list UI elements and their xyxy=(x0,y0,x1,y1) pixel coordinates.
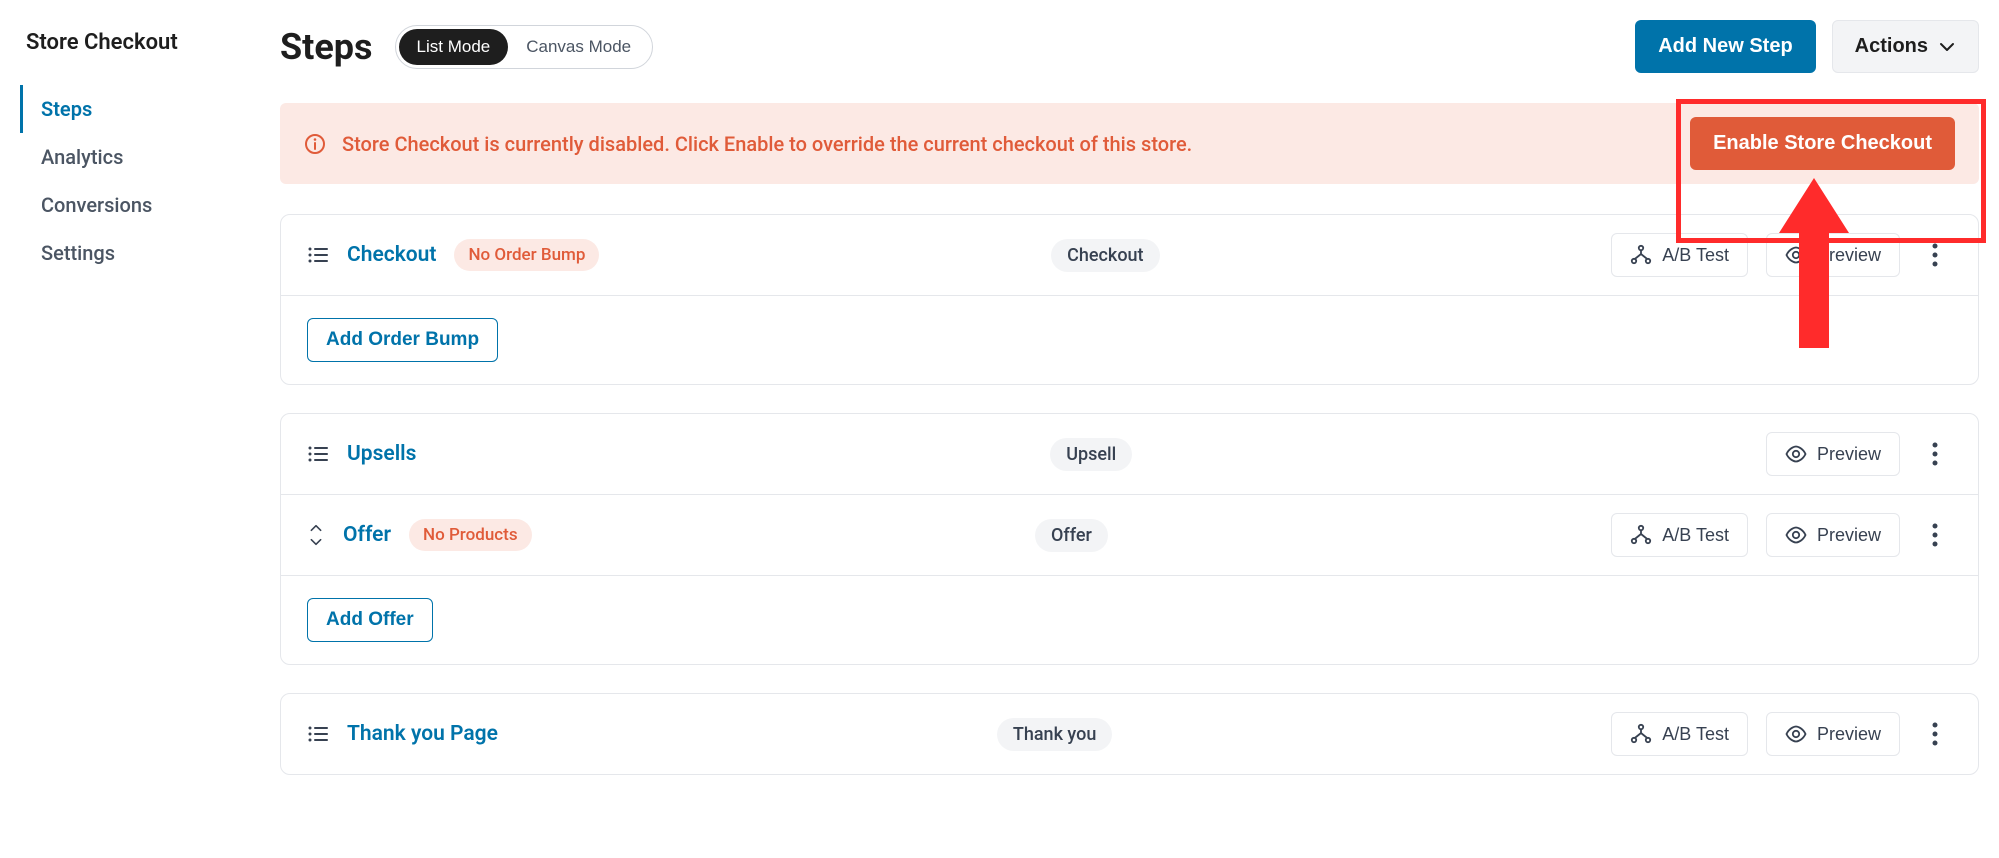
sidebar-item-settings[interactable]: Settings xyxy=(20,229,250,277)
add-order-bump-button[interactable]: Add Order Bump xyxy=(307,318,498,362)
ab-test-button[interactable]: A/B Test xyxy=(1611,233,1748,277)
ab-test-icon xyxy=(1630,244,1652,266)
chevron-down-icon xyxy=(307,535,325,549)
sidebar-title: Store Checkout xyxy=(26,30,250,55)
step-name-thankyou[interactable]: Thank you Page xyxy=(347,722,498,746)
eye-icon xyxy=(1785,244,1807,266)
type-pill-thankyou: Thank you xyxy=(997,718,1112,751)
eye-icon xyxy=(1785,524,1807,546)
ab-test-button[interactable]: A/B Test xyxy=(1611,712,1748,756)
actions-dropdown[interactable]: Actions xyxy=(1832,20,1979,73)
kebab-menu[interactable] xyxy=(1918,243,1952,267)
drag-handle-icon[interactable] xyxy=(307,723,329,745)
sidebar-item-conversions[interactable]: Conversions xyxy=(20,181,250,229)
eye-icon xyxy=(1785,723,1807,745)
step-name-checkout[interactable]: Checkout xyxy=(347,243,436,267)
step-card-upsells: Upsells Upsell Preview Offer No Prod xyxy=(280,413,1979,665)
preview-button[interactable]: Preview xyxy=(1766,233,1900,277)
step-card-checkout: Checkout No Order Bump Checkout A/B Test… xyxy=(280,214,1979,385)
sidebar-item-steps[interactable]: Steps xyxy=(20,85,250,133)
type-pill-checkout: Checkout xyxy=(1051,239,1159,272)
ab-test-icon xyxy=(1630,524,1652,546)
tag-no-order-bump: No Order Bump xyxy=(454,239,599,271)
info-icon xyxy=(304,133,326,155)
page-title: Steps xyxy=(280,26,373,68)
chevron-up-icon xyxy=(307,521,325,535)
step-card-thankyou: Thank you Page Thank you A/B Test Previe… xyxy=(280,693,1979,775)
preview-button[interactable]: Preview xyxy=(1766,712,1900,756)
type-pill-upsell: Upsell xyxy=(1050,438,1132,471)
type-pill-offer: Offer xyxy=(1035,519,1108,552)
reorder-handle[interactable] xyxy=(307,521,325,549)
enable-store-checkout-button[interactable]: Enable Store Checkout xyxy=(1690,117,1955,170)
preview-button[interactable]: Preview xyxy=(1766,513,1900,557)
eye-icon xyxy=(1785,443,1807,465)
drag-handle-icon[interactable] xyxy=(307,244,329,266)
chevron-down-icon xyxy=(1938,38,1956,56)
alert-text: Store Checkout is currently disabled. Cl… xyxy=(342,132,1192,156)
tag-no-products: No Products xyxy=(409,519,532,551)
ab-test-button[interactable]: A/B Test xyxy=(1611,513,1748,557)
main: Steps List Mode Canvas Mode Add New Step… xyxy=(280,20,1979,838)
mode-toggle: List Mode Canvas Mode xyxy=(395,25,654,69)
mode-list-button[interactable]: List Mode xyxy=(399,29,509,65)
top-row: Steps List Mode Canvas Mode Add New Step… xyxy=(280,20,1979,73)
preview-button[interactable]: Preview xyxy=(1766,432,1900,476)
kebab-menu[interactable] xyxy=(1918,442,1952,466)
alert-banner: Store Checkout is currently disabled. Cl… xyxy=(280,103,1979,184)
step-name-upsells[interactable]: Upsells xyxy=(347,442,416,466)
step-name-offer[interactable]: Offer xyxy=(343,523,391,547)
actions-label: Actions xyxy=(1855,35,1928,58)
sidebar-item-analytics[interactable]: Analytics xyxy=(20,133,250,181)
sidebar-nav: Steps Analytics Conversions Settings xyxy=(20,85,250,277)
mode-canvas-button[interactable]: Canvas Mode xyxy=(508,29,649,65)
kebab-menu[interactable] xyxy=(1918,523,1952,547)
kebab-menu[interactable] xyxy=(1918,722,1952,746)
ab-test-icon xyxy=(1630,723,1652,745)
sidebar: Store Checkout Steps Analytics Conversio… xyxy=(20,20,250,838)
add-offer-button[interactable]: Add Offer xyxy=(307,598,433,642)
add-new-step-button[interactable]: Add New Step xyxy=(1635,20,1815,73)
drag-handle-icon[interactable] xyxy=(307,443,329,465)
